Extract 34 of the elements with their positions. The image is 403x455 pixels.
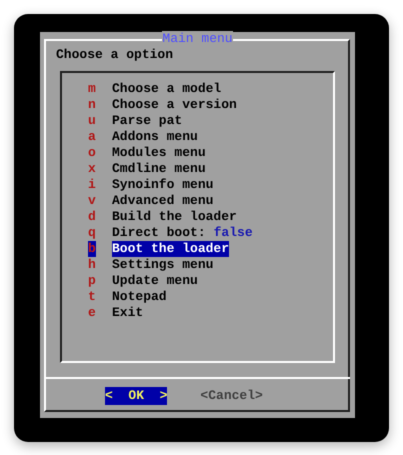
hotkey-letter: d [88,209,96,225]
prompt-text: Choose a option [56,47,174,63]
menu-item[interactable]: Choose a version [112,97,237,113]
menu-item[interactable]: Direct boot: [112,225,206,241]
hotkey-letter: b [88,241,96,257]
hotkey-letter: m [88,81,96,97]
menu-item[interactable]: Update menu [112,273,198,289]
setting-value: false [214,225,253,241]
hotkey-letter: v [88,193,96,209]
dialog-button[interactable]: < OK > [105,387,168,405]
menu-item[interactable]: Choose a model [112,81,222,97]
hotkey-letter: a [88,129,96,145]
hotkey-letter: n [88,97,96,113]
menu-item[interactable]: Boot the loader [112,241,230,257]
hotkey-letter: e [88,305,96,321]
menu-item[interactable]: Modules menu [112,145,206,161]
hotkey-letter: h [88,257,96,273]
menu-item[interactable]: Synoinfo menu [112,177,214,193]
menu-item[interactable]: Exit [112,305,144,321]
dialog-button[interactable]: <Cancel> [200,387,263,405]
menu-item[interactable]: Build the loader [112,209,237,225]
hotkey-letter: x [88,161,96,177]
menu-item[interactable]: Notepad [112,289,167,305]
hotkey-letter: t [88,289,96,305]
hotkey-letter: p [88,273,96,289]
menu-item[interactable]: Cmdline menu [112,161,206,177]
hotkey-letter: u [88,113,96,129]
menu-item[interactable]: Advanced menu [112,193,214,209]
menu-item[interactable]: Settings menu [112,257,214,273]
menu-item[interactable]: Addons menu [112,129,198,145]
hotkey-letter: o [88,145,96,161]
hotkey-letter: i [88,177,96,193]
menu-item[interactable]: Parse pat [112,113,182,129]
hotkey-letter: q [88,225,96,241]
